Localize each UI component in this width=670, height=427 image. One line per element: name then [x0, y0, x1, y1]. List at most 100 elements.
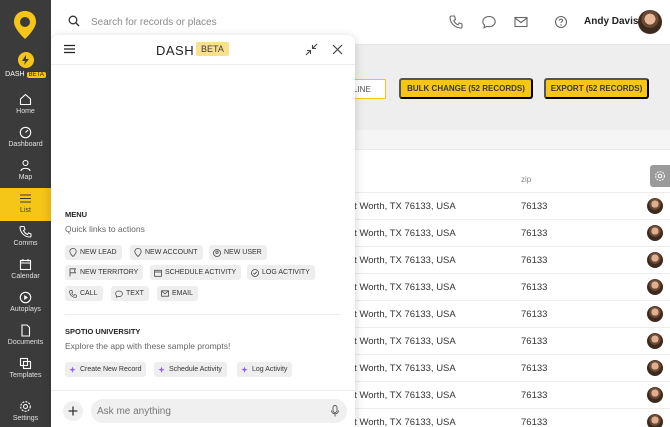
sidebar-item-label: Home	[16, 108, 35, 115]
table-row[interactable]: rt Worth, TX 76133, USA 76133	[351, 381, 670, 408]
hamburger-menu-icon[interactable]	[64, 44, 75, 54]
sidebar-item-map[interactable]: Map	[0, 155, 51, 188]
table-row[interactable]: rt Worth, TX 76133, USA 76133	[351, 192, 670, 219]
plus-icon	[68, 406, 78, 416]
phone-icon	[69, 289, 77, 298]
row-address: rt Worth, TX 76133, USA	[351, 363, 456, 374]
mail-icon	[161, 290, 169, 297]
chip-label: NEW ACCOUNT	[145, 249, 198, 256]
sidebar-item-label: Autoplays	[10, 306, 41, 313]
prompt-label: Schedule Activity	[169, 366, 222, 373]
dash-assistant-panel: DASH BETA MENU Quick links to actions NE…	[51, 35, 355, 427]
sidebar-item-label: Templates	[9, 372, 42, 379]
row-owner-avatar	[647, 333, 663, 349]
chip-label: SCHEDULE ACTIVITY	[165, 269, 237, 276]
gauge-icon	[19, 126, 32, 139]
row-owner-avatar	[647, 225, 663, 241]
sidebar-item-documents[interactable]: Documents	[0, 320, 51, 353]
sidebar-item-dash[interactable]: DASH BETA	[0, 52, 51, 84]
home-icon	[19, 93, 32, 106]
mail-icon[interactable]	[513, 14, 529, 30]
sidebar-item-list[interactable]: List	[0, 188, 51, 221]
collapse-icon[interactable]	[305, 43, 318, 56]
row-owner-avatar	[647, 360, 663, 376]
list-icon	[20, 194, 31, 203]
sidebar-beta-badge: BETA	[26, 71, 46, 78]
row-address: rt Worth, TX 76133, USA	[351, 228, 456, 239]
row-address: rt Worth, TX 76133, USA	[351, 336, 456, 347]
chat-icon[interactable]	[481, 14, 497, 30]
search-icon	[68, 15, 80, 27]
row-zip: 76133	[521, 201, 548, 212]
prompt-label: Log Activity	[252, 366, 288, 373]
prompt-create-new-record[interactable]: Create New Record	[65, 362, 147, 377]
new-lead-button[interactable]: NEW LEAD	[65, 245, 122, 260]
row-address: rt Worth, TX 76133, USA	[351, 417, 456, 427]
panel-header: DASH BETA	[51, 35, 355, 65]
phone-icon[interactable]	[448, 14, 464, 30]
chat-icon	[115, 290, 123, 298]
row-owner-avatar	[647, 414, 663, 427]
help-icon[interactable]	[553, 14, 569, 30]
row-zip: 76133	[521, 336, 548, 347]
spotio-logo-icon[interactable]	[13, 10, 37, 40]
row-owner-avatar	[647, 279, 663, 295]
email-button[interactable]: EMAIL	[157, 286, 199, 301]
table-settings-button[interactable]	[650, 165, 670, 187]
sidebar-item-autoplays[interactable]: Autoplays	[0, 287, 51, 320]
row-address: rt Worth, TX 76133, USA	[351, 390, 456, 401]
microphone-icon[interactable]	[331, 405, 339, 417]
sidebar-item-templates[interactable]: Templates	[0, 353, 51, 386]
chip-label: EMAIL	[172, 290, 194, 297]
attach-button[interactable]	[63, 401, 83, 421]
table-row[interactable]: rt Worth, TX 76133, USA 76133	[351, 219, 670, 246]
row-zip: 76133	[521, 363, 548, 374]
row-address: rt Worth, TX 76133, USA	[351, 201, 456, 212]
sidebar-item-label: Dashboard	[8, 141, 43, 148]
user-icon	[213, 248, 221, 257]
university-section-subtitle: Explore the app with these sample prompt…	[65, 341, 231, 351]
table-row[interactable]: rt Worth, TX 76133, USA 76133	[351, 327, 670, 354]
prompt-log-activity[interactable]: Log Activity	[237, 362, 293, 377]
user-avatar[interactable]	[638, 10, 662, 34]
sidebar-item-label: Map	[18, 174, 33, 181]
chip-label: NEW TERRITORY	[80, 269, 139, 276]
text-button[interactable]: TEXT	[111, 286, 149, 301]
log-activity-button[interactable]: LOG ACTIVITY	[247, 265, 315, 280]
university-section-title: SPOTIO UNIVERSITY	[65, 327, 141, 336]
table-row[interactable]: rt Worth, TX 76133, USA 76133	[351, 300, 670, 327]
bolt-icon	[17, 52, 34, 68]
table-row[interactable]: rt Worth, TX 76133, USA 76133	[351, 273, 670, 300]
bulk-change-button[interactable]: BULK CHANGE (52 RECORDS)	[399, 78, 533, 99]
new-user-button[interactable]: NEW USER	[209, 245, 267, 260]
sidebar-item-home[interactable]: Home	[0, 89, 51, 122]
new-territory-button[interactable]: NEW TERRITORY	[65, 265, 144, 280]
schedule-activity-button[interactable]: SCHEDULE ACTIVITY	[150, 265, 242, 280]
phone-icon	[19, 226, 32, 238]
global-search-input[interactable]	[91, 13, 331, 31]
call-button[interactable]: CALL	[65, 286, 103, 301]
sparkle-icon	[158, 366, 165, 373]
sidebar-item-label: List	[20, 207, 31, 214]
table-row[interactable]: rt Worth, TX 76133, USA 76133	[351, 354, 670, 381]
chip-label: LOG ACTIVITY	[262, 269, 310, 276]
table-row[interactable]: rt Worth, TX 76133, USA 76133	[351, 246, 670, 273]
new-account-button[interactable]: NEW ACCOUNT	[130, 245, 203, 260]
sidebar-item-comms[interactable]: Comms	[0, 221, 51, 254]
export-button[interactable]: EXPORT (52 RECORDS)	[544, 78, 649, 99]
prompt-schedule-activity[interactable]: Schedule Activity	[154, 362, 227, 377]
row-zip: 76133	[521, 228, 548, 239]
map-pin-icon	[69, 248, 77, 257]
sidebar-item-settings[interactable]: Settings	[0, 396, 51, 427]
ask-input[interactable]	[91, 399, 347, 423]
user-name[interactable]: Andy Davis	[584, 16, 638, 27]
row-owner-avatar	[647, 198, 663, 214]
row-owner-avatar	[647, 306, 663, 322]
column-header-zip[interactable]: zip	[521, 175, 531, 184]
sparkle-icon	[69, 366, 76, 373]
close-icon[interactable]	[332, 44, 343, 55]
sidebar-item-calendar[interactable]: Calendar	[0, 254, 51, 287]
sidebar-item-dashboard[interactable]: Dashboard	[0, 122, 51, 155]
row-owner-avatar	[647, 252, 663, 268]
table-row[interactable]: rt Worth, TX 76133, USA 76133	[351, 408, 670, 427]
